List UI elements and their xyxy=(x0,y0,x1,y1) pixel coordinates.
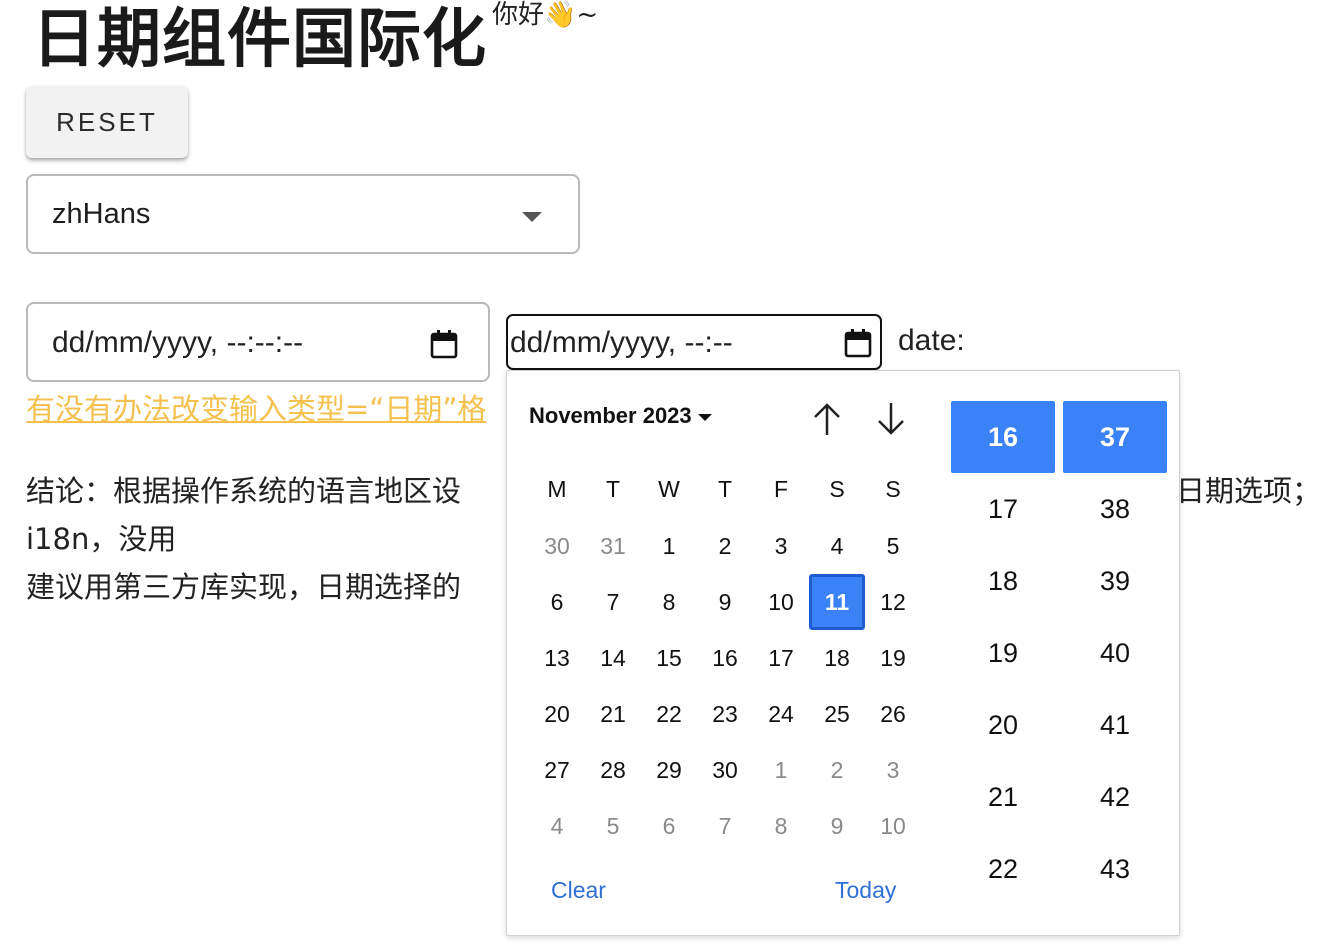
calendar-day[interactable]: 8 xyxy=(753,813,809,840)
weekday-label: W xyxy=(658,476,680,502)
weekday-label: T xyxy=(717,476,733,502)
arrow-down-icon[interactable] xyxy=(871,399,911,439)
hour-option[interactable]: 17 xyxy=(951,473,1055,545)
reset-button[interactable]: RESET xyxy=(26,86,188,158)
datetime-local-input-placeholder: dd/mm/yyyy, --:-- xyxy=(510,326,733,359)
greeting-text: 你好👋~ xyxy=(492,0,599,30)
calendar-day[interactable]: 9 xyxy=(809,813,865,840)
calendar-week-row: 6 7 8 9 10 11 12 xyxy=(529,574,921,630)
minute-option[interactable]: 40 xyxy=(1063,617,1167,689)
calendar-day[interactable]: 11 xyxy=(809,574,865,630)
hour-option[interactable]: 19 xyxy=(951,617,1055,689)
minute-option[interactable]: 39 xyxy=(1063,545,1167,617)
calendar-week-row: 27 28 29 30 1 2 3 xyxy=(529,757,921,784)
calendar-day[interactable]: 30 xyxy=(529,533,585,560)
calendar-day[interactable]: 10 xyxy=(865,813,921,840)
calendar-day[interactable]: 15 xyxy=(641,645,697,672)
calendar-day[interactable]: 17 xyxy=(753,645,809,672)
calendar-week-row: 4 5 6 7 8 9 10 xyxy=(529,813,921,840)
calendar-day[interactable]: 28 xyxy=(585,757,641,784)
minute-option[interactable]: 42 xyxy=(1063,761,1167,833)
calendar-day[interactable]: 2 xyxy=(697,533,753,560)
calendar-day[interactable]: 5 xyxy=(865,533,921,560)
calendar-day[interactable]: 5 xyxy=(585,813,641,840)
calendar-day[interactable]: 31 xyxy=(585,533,641,560)
calendar-day[interactable]: 10 xyxy=(753,589,809,630)
conclusion-line-1: 结论：根据操作系统的语言地区设 xyxy=(26,474,462,508)
calendar-icon[interactable] xyxy=(844,328,872,358)
weekday-label: S xyxy=(829,476,845,502)
calendar-day[interactable]: 4 xyxy=(809,533,865,560)
calendar-day[interactable]: 3 xyxy=(753,533,809,560)
calendar-day[interactable]: 1 xyxy=(753,757,809,784)
calendar-day[interactable]: 3 xyxy=(865,757,921,784)
weekday-label: F xyxy=(773,476,789,502)
locale-select-value: zhHans xyxy=(52,198,151,230)
page-title: 日期组件国际化 xyxy=(32,3,487,77)
minute-column[interactable]: 37 38 39 40 41 42 43 xyxy=(1063,401,1167,905)
caret-down-icon xyxy=(697,413,712,421)
calendar-week-row: 13 14 15 16 17 18 19 xyxy=(529,645,921,672)
calendar-day[interactable]: 27 xyxy=(529,757,585,784)
calendar-day[interactable]: 22 xyxy=(641,701,697,728)
caret-down-icon xyxy=(522,212,542,222)
hour-option[interactable]: 18 xyxy=(951,545,1055,617)
calendar-day[interactable]: 21 xyxy=(585,701,641,728)
calendar-day[interactable]: 8 xyxy=(641,589,697,630)
calendar-icon[interactable] xyxy=(430,329,458,359)
calendar-day[interactable]: 2 xyxy=(809,757,865,784)
calendar-day[interactable]: 30 xyxy=(697,757,753,784)
calendar-day[interactable]: 7 xyxy=(697,813,753,840)
hour-option[interactable]: 16 xyxy=(951,401,1055,473)
calendar-day[interactable]: 18 xyxy=(809,645,865,672)
conclusion-line-1-tail: 日期选项； xyxy=(1176,474,1322,508)
datetime-local-input[interactable]: dd/mm/yyyy, --:-- xyxy=(506,314,882,370)
conclusion-line-2: i18n，没用 xyxy=(26,522,177,556)
calendar-day[interactable]: 23 xyxy=(697,701,753,728)
weekday-label: S xyxy=(885,476,901,502)
today-button[interactable]: Today xyxy=(835,877,896,904)
calendar-day[interactable]: 4 xyxy=(529,813,585,840)
calendar-day[interactable]: 12 xyxy=(865,589,921,630)
clear-button[interactable]: Clear xyxy=(551,877,606,904)
calendar-day[interactable]: 19 xyxy=(865,645,921,672)
calendar-day[interactable]: 20 xyxy=(529,701,585,728)
calendar-day[interactable]: 6 xyxy=(641,813,697,840)
calendar-day[interactable]: 24 xyxy=(753,701,809,728)
datetime-input[interactable]: dd/mm/yyyy, --:--:-- xyxy=(26,302,490,382)
month-year-dropdown[interactable]: November 2023 xyxy=(529,403,712,429)
minute-option[interactable]: 38 xyxy=(1063,473,1167,545)
calendar-week-row: 30 31 1 2 3 4 5 xyxy=(529,533,921,560)
locale-select[interactable]: zhHans xyxy=(26,174,580,254)
calendar-day[interactable]: 13 xyxy=(529,645,585,672)
calendar-day[interactable]: 14 xyxy=(585,645,641,672)
calendar-day[interactable]: 9 xyxy=(697,589,753,630)
arrow-up-icon[interactable] xyxy=(807,399,847,439)
weekday-header: M T W T F S S xyxy=(529,476,921,503)
month-year-label: November 2023 xyxy=(529,403,692,428)
weekday-label: T xyxy=(605,476,621,502)
hour-option[interactable]: 21 xyxy=(951,761,1055,833)
conclusion-line-3: 建议用第三方库实现，日期选择的 xyxy=(26,570,462,604)
reference-link[interactable]: 有没有办法改变输入类型=“日期”格 xyxy=(26,386,486,428)
calendar-day[interactable]: 26 xyxy=(865,701,921,728)
hour-option[interactable]: 20 xyxy=(951,689,1055,761)
date-label: date: xyxy=(898,324,965,357)
datetime-picker-popup: November 2023 M T W T F S S 30 31 1 2 3 4 5 6 7 8… xyxy=(506,370,1180,936)
minute-option[interactable]: 41 xyxy=(1063,689,1167,761)
minute-option[interactable]: 37 xyxy=(1063,401,1167,473)
calendar-day[interactable]: 29 xyxy=(641,757,697,784)
hour-column[interactable]: 16 17 18 19 20 21 22 xyxy=(951,401,1055,905)
calendar-day[interactable]: 1 xyxy=(641,533,697,560)
hour-option[interactable]: 22 xyxy=(951,833,1055,905)
calendar-day[interactable]: 16 xyxy=(697,645,753,672)
minute-option[interactable]: 43 xyxy=(1063,833,1167,905)
weekday-label: M xyxy=(547,476,567,502)
calendar-day[interactable]: 6 xyxy=(529,589,585,630)
calendar-day[interactable]: 7 xyxy=(585,589,641,630)
datetime-input-placeholder: dd/mm/yyyy, --:--:-- xyxy=(52,326,304,359)
calendar-day[interactable]: 25 xyxy=(809,701,865,728)
calendar-week-row: 20 21 22 23 24 25 26 xyxy=(529,701,921,728)
